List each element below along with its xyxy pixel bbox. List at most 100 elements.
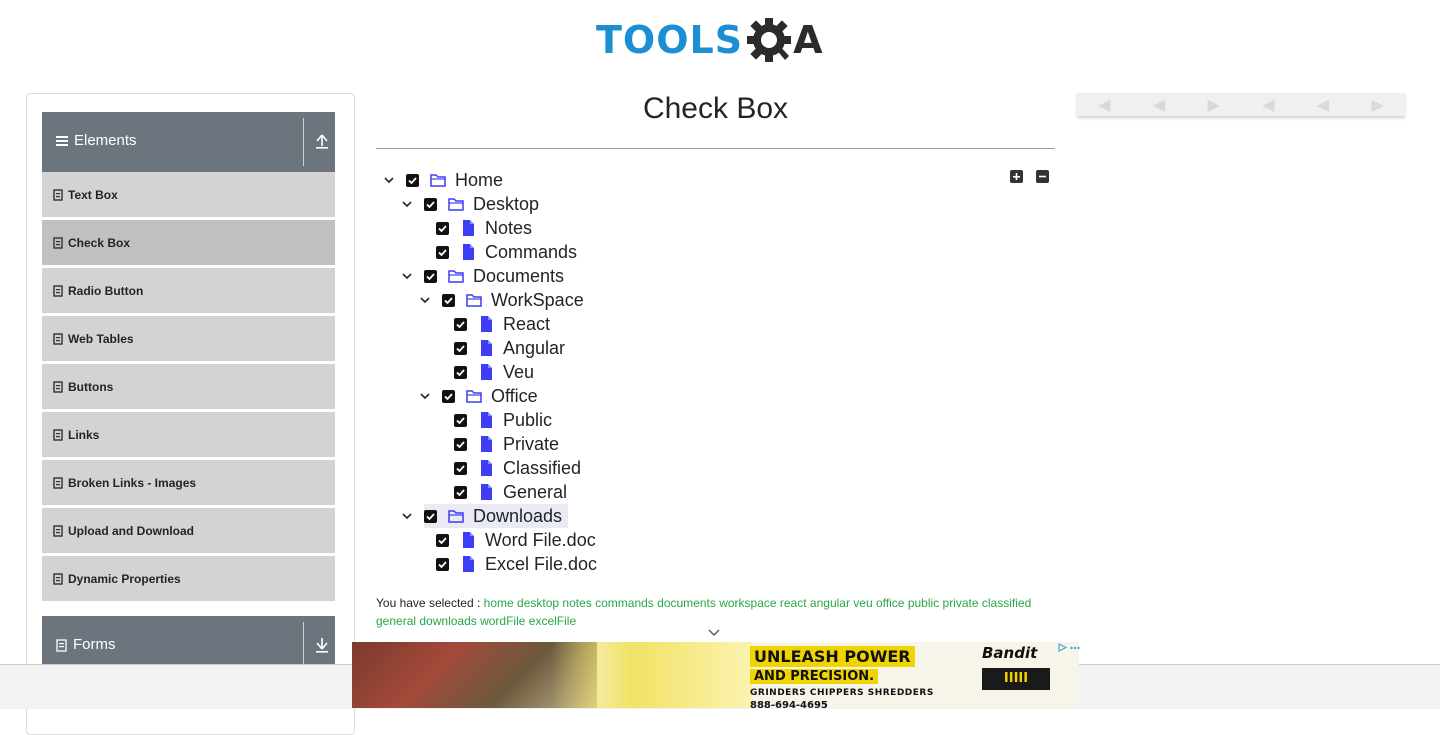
node-label[interactable]: Classified [503,458,581,479]
check-icon [438,248,447,256]
menu-item-links[interactable]: Links [42,412,335,458]
node-label[interactable]: Excel File.doc [485,554,597,575]
tree-node-veu: Veu [454,360,534,384]
node-label[interactable]: Desktop [473,194,539,215]
checkbox-checked[interactable] [454,413,467,427]
checkbox-checked[interactable] [454,365,467,379]
chevron-down-icon[interactable] [707,628,721,638]
checkbox-checked[interactable] [406,173,419,187]
menu-item-web-tables[interactable]: Web Tables [42,316,335,362]
ad-arrow-icon: ▶ [1371,96,1384,114]
collapse-up-icon[interactable] [314,130,330,152]
ad-headline: UNLEASH POWER [750,646,915,667]
expand-down-icon[interactable] [314,634,330,656]
menu-item-dynamic-properties[interactable]: Dynamic Properties [42,556,335,602]
collapse-all-button[interactable] [1036,170,1049,183]
result-label: You have selected : [376,596,481,610]
menu-item-radio-button[interactable]: Radio Button [42,268,335,314]
menu-item-label: Web Tables [68,331,134,346]
node-label[interactable]: Private [503,434,559,455]
tree-node-home: Home [382,168,503,192]
form-icon [53,380,63,393]
node-label[interactable]: Veu [503,362,534,383]
selected-value: documents [657,596,716,610]
node-label[interactable]: WorkSpace [491,290,584,311]
form-icon [53,476,63,489]
checkbox-checked[interactable] [436,533,449,547]
ad-arrow-icon: ◀ [1098,96,1111,114]
form-icon [53,332,63,345]
node-label[interactable]: Public [503,410,552,431]
menu-item-check-box[interactable]: Check Box [42,220,335,266]
adchoices-icon [1058,643,1067,652]
logo-text: TOOLS [596,18,744,62]
file-icon [481,460,492,476]
node-label[interactable]: Commands [485,242,577,263]
chevron-down-icon[interactable] [400,509,414,523]
header-divider [303,118,304,166]
checkbox-checked[interactable] [454,461,467,475]
selected-value: office [876,596,905,610]
node-label[interactable]: Home [455,170,503,191]
check-icon [456,368,465,376]
node-label[interactable]: Notes [485,218,532,239]
checkbox-checked[interactable] [454,341,467,355]
selected-value: classified [981,596,1032,610]
check-icon [444,296,453,304]
checkbox-checked[interactable] [442,389,455,403]
ad-brand-badge: IIIII [982,668,1050,690]
checkbox-checked[interactable] [436,221,449,235]
checkbox-checked[interactable] [424,269,437,283]
group-title: Elements [56,112,137,170]
checkbox-checked[interactable] [436,245,449,259]
ad-copy: UNLEASH POWER AND PRECISION. GRINDERS CH… [750,646,952,708]
checkbox-checked[interactable] [442,293,455,307]
menu-item-upload-download[interactable]: Upload and Download [42,508,335,554]
node-label[interactable]: Angular [503,338,565,359]
file-icon [463,532,474,548]
selected-value: desktop [517,596,560,610]
node-label[interactable]: Word File.doc [485,530,596,551]
tree-node-excel-file: Excel File.doc [436,552,597,576]
chevron-down-icon[interactable] [418,293,432,307]
menu-item-broken-links[interactable]: Broken Links - Images [42,460,335,506]
chevron-down-icon[interactable] [400,269,414,283]
folder-icon [448,270,464,283]
node-label[interactable]: React [503,314,550,335]
menu-item-label: Radio Button [68,283,144,298]
file-icon [481,412,492,428]
checkbox-checked[interactable] [454,485,467,499]
file-icon [481,340,492,356]
chevron-down-icon[interactable] [418,389,432,403]
node-label[interactable]: Office [491,386,538,407]
menu-item-buttons[interactable]: Buttons [42,364,335,410]
tree-node-downloads-label[interactable]: Downloads [424,504,569,528]
menu-item-label: Links [68,427,100,442]
bottom-banner-ad[interactable]: UNLEASH POWER AND PRECISION. GRINDERS CH… [352,642,1079,708]
chevron-down-icon[interactable] [382,173,396,187]
tree-node-downloads: Downloads [400,504,569,528]
selected-value: home [483,596,514,610]
more-options-icon [1070,646,1080,649]
check-icon [456,488,465,496]
node-label[interactable]: Documents [473,266,564,287]
file-icon [481,316,492,332]
node-label[interactable]: General [503,482,567,503]
checkbox-checked[interactable] [454,317,467,331]
file-icon [463,220,474,236]
tree-node-workspace: WorkSpace [418,288,584,312]
selected-value: excelFile [528,614,577,628]
group-header-elements[interactable]: Elements [42,112,335,172]
checkbox-checked[interactable] [454,437,467,451]
checkbox-checked[interactable] [424,197,437,211]
node-label[interactable]: Downloads [473,506,562,527]
chevron-down-icon[interactable] [400,197,414,211]
ad-choices[interactable] [1058,643,1080,652]
checkbox-checked[interactable] [424,509,437,523]
menu-item-text-box[interactable]: Text Box [42,172,335,218]
expand-all-button[interactable] [1010,170,1023,183]
checkbox-checked[interactable] [436,557,449,571]
folder-icon [430,174,446,187]
toolsqa-logo[interactable]: TOOLS A [596,12,840,68]
file-icon [481,484,492,500]
